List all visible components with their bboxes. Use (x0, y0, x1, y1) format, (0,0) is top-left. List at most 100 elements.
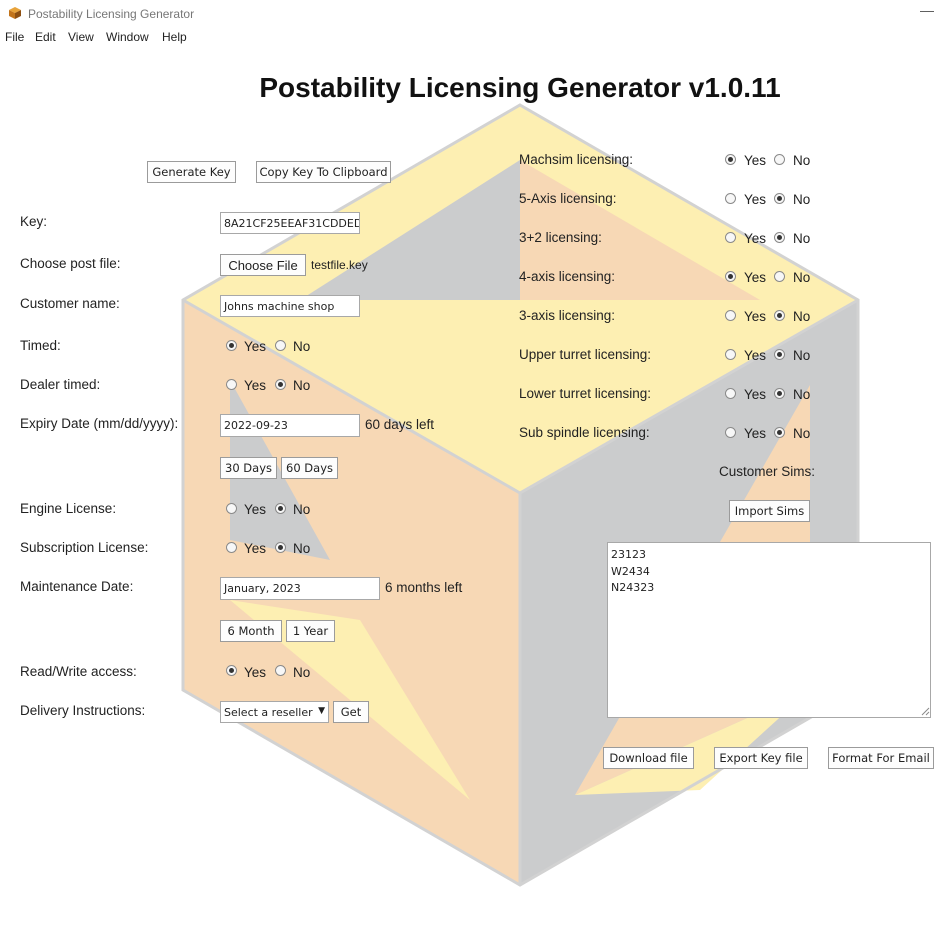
3plus2-yes-radio[interactable] (725, 232, 736, 243)
license-label: Lower turret licensing: (519, 386, 652, 401)
6-month-button[interactable]: 6 Month (220, 620, 282, 642)
30-days-button[interactable]: 30 Days (220, 457, 277, 479)
4-axis-no-label: No (793, 270, 811, 285)
menu-edit[interactable]: Edit (35, 30, 56, 44)
timed-yes-label: Yes (244, 339, 267, 354)
chosen-file-name: testfile.key (311, 258, 368, 272)
customer-name-field[interactable]: Johns machine shop (220, 295, 360, 317)
menu-window[interactable]: Window (106, 30, 149, 44)
dealer-timed-label: Dealer timed: (20, 377, 101, 392)
subscription-no-radio[interactable] (275, 542, 286, 553)
upper-turret-yes-radio[interactable] (725, 349, 736, 360)
sim-entry: N24323 (611, 581, 655, 594)
window-title: Postability Licensing Generator (28, 7, 195, 21)
license-label: Sub spindle licensing: (519, 425, 650, 440)
choose-post-label: Choose post file: (20, 256, 121, 271)
resize-grip-icon[interactable] (920, 706, 930, 716)
license-label: 3-axis licensing: (519, 308, 616, 323)
engine-no-label: No (293, 502, 311, 517)
timed-yes-radio[interactable] (226, 340, 237, 351)
dealer-timed-yes-radio[interactable] (226, 379, 237, 390)
engine-yes-label: Yes (244, 502, 267, 517)
60-days-button[interactable]: 60 Days (281, 457, 338, 479)
machsim-no-label: No (793, 153, 811, 168)
menu-help[interactable]: Help (162, 30, 187, 44)
machsim-yes-label: Yes (744, 153, 767, 168)
subscription-no-label: No (293, 541, 311, 556)
read-write-no-label: No (293, 665, 311, 680)
subscription-yes-radio[interactable] (226, 542, 237, 553)
menu-view[interactable]: View (68, 30, 94, 44)
customer-sims-label: Customer Sims: (719, 464, 816, 479)
customer-sims-textarea[interactable]: 23123 W2434 N24323 (607, 542, 931, 718)
license-label: 3+2 licensing: (519, 230, 602, 245)
3plus2-yes-label: Yes (744, 231, 767, 246)
sub-spindle-yes-radio[interactable] (725, 427, 736, 438)
download-file-button[interactable]: Download file (603, 747, 694, 769)
generate-key-button[interactable]: Generate Key (147, 161, 236, 183)
maintenance-months-left: 6 months left (385, 580, 463, 595)
subscription-license-label: Subscription License: (20, 540, 149, 555)
read-write-label: Read/Write access: (20, 664, 137, 679)
upper-turret-yes-label: Yes (744, 348, 767, 363)
reseller-select[interactable]: Select a reseller ▼ (220, 701, 329, 723)
timed-no-label: No (293, 339, 311, 354)
4-axis-no-radio[interactable] (774, 271, 785, 282)
engine-license-label: Engine License: (20, 501, 117, 516)
3-axis-yes-radio[interactable] (725, 310, 736, 321)
dealer-timed-no-radio[interactable] (275, 379, 286, 390)
5-axis-no-label: No (793, 192, 811, 207)
key-label: Key: (20, 214, 48, 229)
dealer-timed-no-label: No (293, 378, 311, 393)
4-axis-yes-label: Yes (744, 270, 767, 285)
5-axis-no-radio[interactable] (774, 193, 785, 204)
sim-entry: W2434 (611, 564, 650, 578)
lower-turret-no-radio[interactable] (774, 388, 785, 399)
menu-file[interactable]: File (5, 30, 24, 44)
timed-no-radio[interactable] (275, 340, 286, 351)
lower-turret-yes-radio[interactable] (725, 388, 736, 399)
engine-no-radio[interactable] (275, 503, 286, 514)
3-axis-no-label: No (793, 309, 811, 324)
export-key-file-button[interactable]: Export Key file (714, 747, 808, 769)
get-button[interactable]: Get (333, 701, 369, 723)
read-write-yes-label: Yes (244, 665, 267, 680)
format-for-email-button[interactable]: Format For Email (828, 747, 934, 769)
subscription-yes-label: Yes (244, 541, 267, 556)
5-axis-yes-radio[interactable] (725, 193, 736, 204)
sub-spindle-yes-label: Yes (744, 426, 767, 441)
sub-spindle-no-label: No (793, 426, 811, 441)
3-axis-no-radio[interactable] (774, 310, 785, 321)
5-axis-yes-label: Yes (744, 192, 767, 207)
copy-key-button[interactable]: Copy Key To Clipboard (256, 161, 391, 183)
import-sims-button[interactable]: Import Sims (729, 500, 810, 522)
app-box-icon (9, 7, 21, 19)
read-write-yes-radio[interactable] (226, 665, 237, 676)
dealer-timed-yes-label: Yes (244, 378, 267, 393)
machsim-no-radio[interactable] (774, 154, 785, 165)
customer-name-label: Customer name: (20, 296, 120, 311)
machsim-yes-radio[interactable] (725, 154, 736, 165)
delivery-instructions-label: Delivery Instructions: (20, 703, 146, 718)
lower-turret-no-label: No (793, 387, 811, 402)
expiry-date-field[interactable]: 2022-09-23 (220, 414, 360, 437)
4-axis-yes-radio[interactable] (725, 271, 736, 282)
3plus2-no-radio[interactable] (774, 232, 785, 243)
key-field[interactable]: 8A21CF25EEAF31CDDED2 (220, 212, 360, 234)
license-label: Upper turret licensing: (519, 347, 652, 362)
expiry-date-label: Expiry Date (mm/dd/yyyy): (20, 416, 179, 431)
license-label: 4-axis licensing: (519, 269, 616, 284)
page-title: Postability Licensing Generator v1.0.11 (259, 72, 781, 103)
sub-spindle-no-radio[interactable] (774, 427, 785, 438)
read-write-no-radio[interactable] (275, 665, 286, 676)
title-bar: Postability Licensing Generator — (0, 0, 950, 28)
minimize-button[interactable]: — (918, 2, 936, 18)
choose-file-button[interactable]: Choose File (220, 254, 306, 276)
upper-turret-no-radio[interactable] (774, 349, 785, 360)
upper-turret-no-label: No (793, 348, 811, 363)
expiry-days-left: 60 days left (365, 417, 435, 432)
engine-yes-radio[interactable] (226, 503, 237, 514)
license-label: Machsim licensing: (519, 152, 634, 167)
1-year-button[interactable]: 1 Year (286, 620, 335, 642)
maintenance-date-field[interactable]: January, 2023 (220, 577, 380, 600)
